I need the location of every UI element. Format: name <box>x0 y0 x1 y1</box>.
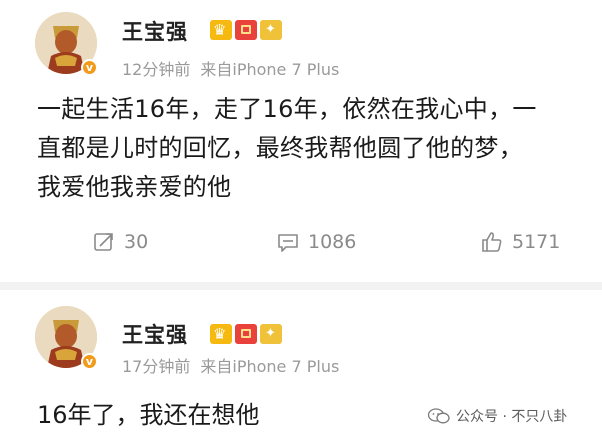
post-text: 一起生活16年，走了16年，依然在我心中，一 直都是儿时的回忆，最终我帮他圆了他… <box>37 90 599 207</box>
verified-icon: v <box>81 59 98 76</box>
post-text: 16年了，我还在想他 <box>37 401 260 429</box>
repost-button[interactable]: 30 <box>92 230 148 254</box>
crown-badge-icon[interactable] <box>210 324 232 344</box>
verified-icon: v <box>81 353 98 370</box>
comment-count: 1086 <box>308 231 357 253</box>
watermark: 公众号 · 不只八卦 <box>428 406 567 426</box>
post-text-line: 我爱他我亲爱的他 <box>37 173 232 201</box>
post-actions: 30 1086 5171 <box>0 230 602 260</box>
wechat-logo-icon <box>428 408 450 424</box>
red-envelope-badge-icon[interactable] <box>235 20 257 40</box>
watermark-text: 公众号 · 不只八卦 <box>456 409 568 425</box>
comment-button[interactable]: 1086 <box>276 230 356 254</box>
red-envelope-badge-icon[interactable] <box>235 324 257 344</box>
weibo-post-card: v 王宝强 12分钟前来自iPhone 7 Plus 一起生活16年，走了16年… <box>0 0 602 282</box>
post-meta: 17分钟前 来自iPhone 7 Plus <box>122 353 339 377</box>
comment-icon <box>278 234 298 252</box>
post-source[interactable]: 来自iPhone 7 Plus <box>200 60 339 79</box>
post-text-line: 一起生活16年，走了16年，依然在我心中，一 <box>37 95 537 123</box>
repost-icon <box>94 233 113 251</box>
crown-badge-icon[interactable] <box>210 20 232 40</box>
post-meta: 12分钟前 来自iPhone 7 Plus <box>122 56 339 80</box>
like-count: 5171 <box>512 231 561 253</box>
user-badges <box>210 20 282 40</box>
post-source[interactable]: 来自iPhone 7 Plus <box>200 357 339 376</box>
user-name[interactable]: 王宝强 <box>122 319 188 349</box>
user-badges <box>210 324 282 344</box>
post-time: 17分钟前 <box>122 357 191 376</box>
like-button[interactable]: 5171 <box>480 230 560 254</box>
gold-badge-icon[interactable] <box>260 20 282 40</box>
repost-count: 30 <box>124 231 149 253</box>
gold-badge-icon[interactable] <box>260 324 282 344</box>
like-icon <box>482 232 502 252</box>
post-text-line: 直都是儿时的回忆，最终我帮他圆了他的梦， <box>37 134 523 162</box>
post-time: 12分钟前 <box>122 60 191 79</box>
user-name[interactable]: 王宝强 <box>122 16 188 46</box>
